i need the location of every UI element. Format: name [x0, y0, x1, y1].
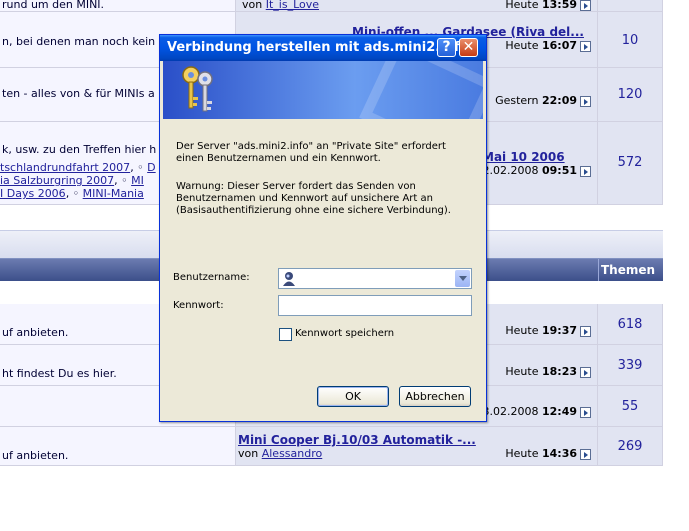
goto-last-post-icon[interactable]	[580, 95, 591, 107]
forum-description: k, usw. zu den Treffen hier h	[2, 143, 157, 156]
goto-last-post-icon[interactable]	[580, 165, 591, 177]
username-label: Benutzername:	[173, 272, 250, 283]
security-warning: Warnung: Dieser Server fordert das Sende…	[176, 181, 451, 216]
topic-count: 55	[621, 399, 639, 414]
last-post-date: Heute 19:37	[505, 324, 591, 337]
last-post-user-link[interactable]: Alessandro	[262, 447, 323, 460]
last-post-title[interactable]: Mini Cooper Bj.10/03 Automatik -...	[238, 433, 476, 447]
topic-count: 339	[617, 358, 643, 373]
goto-last-post-icon[interactable]	[580, 325, 591, 337]
last-post-date: Heute 16:07	[505, 39, 591, 52]
subforum-link[interactable]: MI	[131, 174, 144, 187]
last-post-date: Heute 14:36	[505, 447, 591, 460]
goto-last-post-icon[interactable]	[580, 40, 591, 52]
topic-count: 572	[617, 155, 643, 170]
topic-count: 269	[617, 439, 643, 454]
last-post-author: von It_is_Love	[242, 0, 320, 11]
chevron-down-icon[interactable]	[455, 270, 470, 287]
subforum-links: I Days 2006, ◦ MINI-Mania	[0, 187, 144, 200]
subforum-link[interactable]: D	[147, 161, 155, 174]
topic-count: 10	[621, 33, 639, 48]
topic-count: 120	[617, 87, 643, 102]
goto-last-post-icon[interactable]	[580, 0, 591, 11]
last-post-date: Gestern 22:09	[495, 94, 591, 107]
forum-description: uf anbieten.	[2, 326, 69, 339]
dialog-titlebar[interactable]: Verbindung herstellen mit ads.mini2.info…	[160, 35, 486, 61]
subforum-link[interactable]: ia Salzburgring 2007	[0, 174, 114, 187]
password-label: Kennwort:	[173, 300, 224, 311]
last-post-date: 2.02.2008 09:51	[483, 164, 591, 177]
cancel-button[interactable]: Abbrechen	[399, 386, 471, 407]
remember-password-checkbox[interactable]	[279, 328, 292, 341]
topic-count: 618	[617, 317, 643, 332]
help-button[interactable]: ?	[437, 38, 456, 57]
last-post-title[interactable]: Mai 10 2006	[482, 150, 565, 164]
subforum-link[interactable]: I Days 2006	[0, 187, 66, 200]
remember-password-label[interactable]: Kennwort speichern	[295, 328, 394, 339]
dialog-title: Verbindung herstellen mit ads.mini2.info	[167, 40, 469, 55]
keys-icon	[182, 66, 213, 112]
close-button[interactable]: ✕	[459, 38, 478, 57]
subforum-link[interactable]: tschlandrundfahrt 2007	[0, 161, 130, 174]
auth-dialog: Verbindung herstellen mit ads.mini2.info…	[159, 34, 487, 422]
forum-row: rund um den MINI. von It_is_Love Heute 1…	[0, 0, 663, 12]
forum-description: uf anbieten.	[2, 449, 69, 462]
server-message: Der Server "ads.mini2.info" an "Private …	[176, 141, 446, 164]
password-field[interactable]	[278, 295, 472, 316]
subforum-link[interactable]: MINI-Mania	[83, 187, 144, 200]
forum-description: ten - alles von & für MINIs a	[2, 87, 155, 100]
goto-last-post-icon[interactable]	[580, 448, 591, 460]
goto-last-post-icon[interactable]	[580, 406, 591, 418]
last-post-date: Heute 18:23	[505, 365, 591, 378]
subforum-links: tschlandrundfahrt 2007, ◦ D	[0, 161, 156, 174]
last-post-author: von Alessandro	[238, 447, 323, 460]
user-icon	[283, 272, 295, 286]
forum-row: uf anbieten. Mini Cooper Bj.10/03 Automa…	[0, 427, 663, 466]
username-combobox[interactable]	[278, 268, 472, 289]
forum-description: ht findest Du es hier.	[2, 367, 117, 380]
ok-button[interactable]: OK	[317, 386, 389, 407]
dialog-banner	[163, 61, 483, 119]
subforum-links: ia Salzburgring 2007, ◦ MI	[0, 174, 144, 187]
forum-description: n, bei denen man noch kein	[2, 35, 156, 48]
last-post-date: 3.02.2008 12:49	[483, 405, 591, 418]
forum-description: rund um den MINI.	[2, 0, 105, 11]
column-header-topics: Themen	[598, 259, 663, 281]
goto-last-post-icon[interactable]	[580, 366, 591, 378]
last-post-user-link[interactable]: It_is_Love	[266, 0, 319, 11]
last-post-date: Heute 13:59	[505, 0, 591, 11]
